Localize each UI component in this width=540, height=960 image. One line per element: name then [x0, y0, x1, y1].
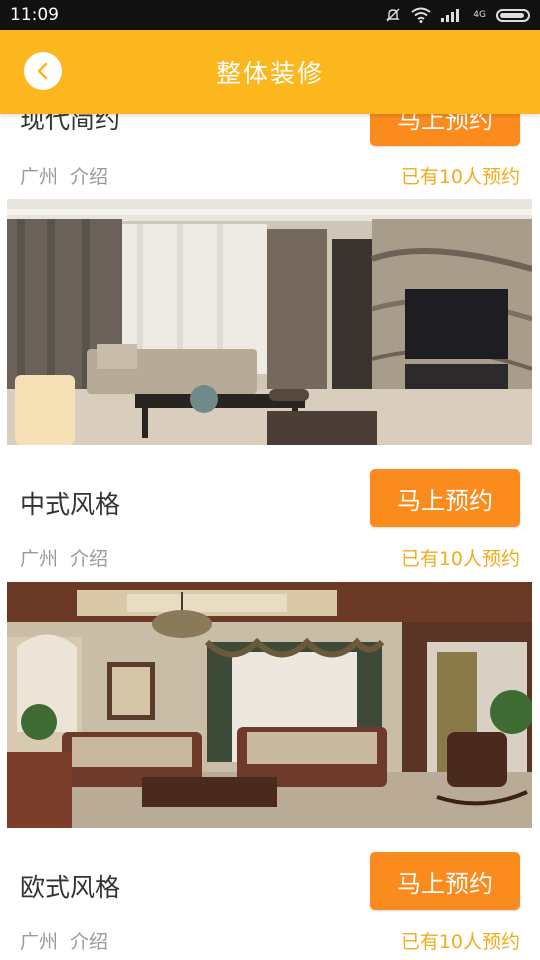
- status-icons: 4G: [385, 7, 530, 23]
- header-bar: 整体装修: [0, 30, 540, 114]
- network-label: 4G: [473, 9, 486, 20]
- booked-count: 已有10人预约: [400, 548, 520, 570]
- item-city: 广州: [20, 931, 59, 953]
- item-city: 广州: [20, 548, 59, 570]
- back-chevron-icon: [37, 62, 48, 80]
- mute-icon: [386, 8, 400, 22]
- room-photo[interactable]: [7, 582, 532, 828]
- item-intro[interactable]: 介绍: [70, 544, 108, 571]
- room-photo-image: [7, 582, 532, 828]
- wifi-icon: [411, 7, 431, 23]
- item-title: 中式风格: [20, 490, 121, 519]
- book-button[interactable]: 马上预约: [370, 469, 520, 527]
- status-time: 11:09: [10, 5, 59, 25]
- item-intro[interactable]: 介绍: [70, 927, 108, 954]
- status-bar: 11:09 4G: [0, 0, 540, 30]
- item-intro[interactable]: 介绍: [70, 162, 108, 189]
- list-item[interactable]: 中式风格 马上预约 广州 介绍 已有10人预约: [0, 445, 540, 582]
- book-button[interactable]: 马上预约: [370, 852, 520, 910]
- list-item[interactable]: 欧式风格 马上预约 广州 介绍 已有10人预约: [0, 828, 540, 960]
- item-city: 广州: [20, 166, 59, 188]
- room-photo[interactable]: [7, 199, 532, 445]
- item-meta: 广州 介绍: [20, 544, 108, 571]
- booked-count: 已有10人预约: [400, 166, 520, 188]
- item-title: 欧式风格: [20, 873, 121, 902]
- back-button[interactable]: [24, 52, 62, 90]
- page-title: 整体装修: [215, 59, 324, 88]
- item-meta: 广州 介绍: [20, 162, 108, 189]
- room-photo-image: [7, 199, 532, 445]
- signal-icon: [441, 9, 460, 22]
- booked-count: 已有10人预约: [400, 931, 520, 953]
- list-content: 现代简约 马上预约 广州 介绍 已有10人预约 中式风格 马上预约 广州 介绍 …: [0, 0, 540, 960]
- battery-icon: [496, 8, 530, 22]
- item-meta: 广州 介绍: [20, 927, 108, 954]
